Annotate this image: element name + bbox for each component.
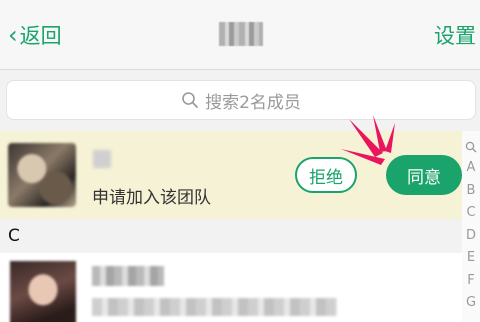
back-button[interactable]: ‹ 返回 xyxy=(8,20,62,50)
annotation-sparkle-icon xyxy=(341,115,395,165)
back-chevron-icon: ‹ xyxy=(8,21,18,49)
index-search-icon[interactable] xyxy=(465,141,477,153)
search-area: 搜索2名成员 xyxy=(0,70,480,130)
index-letter-a[interactable]: A xyxy=(467,157,476,180)
header-bar: ‹ 返回 设置 xyxy=(0,0,480,70)
index-letter-f[interactable]: F xyxy=(467,270,474,293)
member-avatar xyxy=(10,261,76,322)
index-letter-g[interactable]: G xyxy=(466,292,476,315)
alphabet-index-bar[interactable]: A B C D E F G xyxy=(462,131,480,322)
back-label: 返回 xyxy=(19,24,62,48)
index-letter-e[interactable]: E xyxy=(467,247,475,270)
member-detail-pixelated xyxy=(92,298,337,316)
search-placeholder: 搜索2名成员 xyxy=(205,92,301,113)
index-letter-b[interactable]: B xyxy=(467,180,476,203)
section-header-c: C xyxy=(0,219,462,253)
index-letter-c[interactable]: C xyxy=(466,202,475,225)
requester-avatar xyxy=(8,143,76,207)
page-title-pixelated xyxy=(219,22,263,46)
search-icon xyxy=(182,92,198,108)
search-input[interactable]: 搜索2名成员 xyxy=(6,80,476,120)
member-name-pixelated xyxy=(92,266,164,286)
requester-name-pixelated xyxy=(93,150,111,168)
request-description: 申请加入该团队 xyxy=(92,188,211,208)
index-letter-d[interactable]: D xyxy=(466,225,476,248)
settings-button[interactable]: 设置 xyxy=(434,20,476,50)
